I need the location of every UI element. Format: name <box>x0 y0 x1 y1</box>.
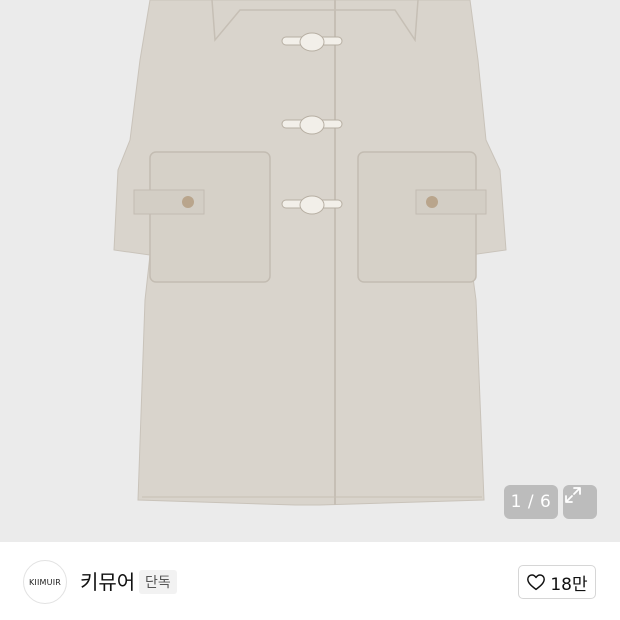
product-detail-page: 1 / 6 KIIMUIR 키뮤어 단독 18만 <box>0 0 620 620</box>
expand-arrows-icon <box>565 487 581 503</box>
coat-illustration <box>0 0 620 542</box>
brand-logo[interactable]: KIIMUIR <box>23 560 67 604</box>
like-count: 18만 <box>550 574 588 595</box>
exclusive-badge: 단독 <box>139 570 177 594</box>
exclusive-badge-label: 단독 <box>145 575 171 591</box>
like-button[interactable]: 18만 <box>518 565 596 599</box>
brand-logo-text: KIIMUIR <box>28 577 62 587</box>
heart-outline-icon <box>527 574 546 591</box>
product-image[interactable]: 1 / 6 <box>0 0 620 542</box>
expand-image-button[interactable] <box>563 485 597 519</box>
image-counter: 1 / 6 <box>504 485 558 519</box>
image-counter-text: 1 / 6 <box>510 492 552 512</box>
brand-name-link[interactable]: 키뮤어 <box>80 568 135 596</box>
